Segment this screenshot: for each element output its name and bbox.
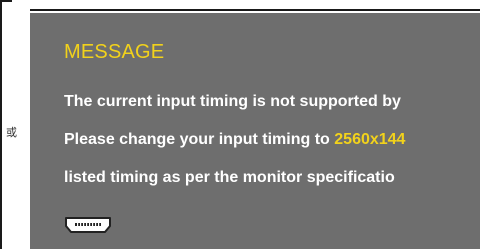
osd-message-line-2: Please change your input timing to 2560x…: [64, 131, 405, 149]
supported-timing-value: 2560x144: [334, 131, 406, 148]
osd-message-line-2-text: Please change your input timing to: [64, 131, 335, 148]
left-border-rule: [0, 0, 2, 249]
top-left-border-rule: [0, 0, 12, 2]
side-character: 或: [6, 126, 17, 139]
top-border-strip: [30, 0, 480, 11]
osd-message-line-3: listed timing as per the monitor specifi…: [64, 169, 395, 186]
osd-message-panel: MESSAGE The current input timing is not …: [30, 13, 480, 249]
hdmi-port-icon: [64, 216, 112, 239]
osd-message-line-1: The current input timing is not supporte…: [64, 93, 401, 110]
osd-title: MESSAGE: [64, 41, 165, 63]
